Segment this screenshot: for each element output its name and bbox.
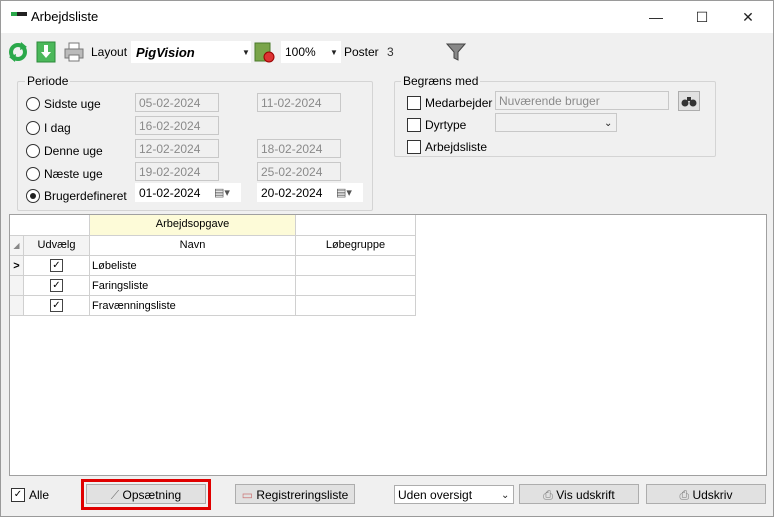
download-icon[interactable] <box>35 41 57 63</box>
oversigt-value: Uden oversigt <box>398 488 473 502</box>
denne-uge-from: 12-02-2024 <box>135 139 219 158</box>
i-dag-from: 16-02-2024 <box>135 116 219 135</box>
date-to-picker[interactable]: 20-02-2024 ▤▾ <box>257 183 363 202</box>
refresh-icon[interactable] <box>7 41 29 63</box>
calendar-icon[interactable]: ▤▾ <box>214 184 230 203</box>
dyrtype-dropdown[interactable]: ⌄ <box>495 113 617 132</box>
date-to-value: 20-02-2024 <box>261 186 323 200</box>
radio-i-dag[interactable] <box>26 121 40 135</box>
registreringsliste-button[interactable]: ▭ Registreringsliste <box>235 484 355 504</box>
layout-value: PigVision <box>136 45 195 60</box>
oversigt-dropdown[interactable]: Uden oversigt ⌄ <box>394 485 514 504</box>
zoom-value: 100% <box>285 45 316 59</box>
window-title: Arbejdsliste <box>31 9 99 24</box>
table-row-2-select[interactable]: ✓ <box>24 276 90 296</box>
chevron-down-icon: ▼ <box>242 48 250 57</box>
alle-checkbox[interactable]: ✓ <box>11 488 25 502</box>
user-lookup-button[interactable] <box>678 91 700 111</box>
layout-dropdown[interactable]: PigVision ▼ <box>131 41 251 63</box>
maximize-button[interactable]: ☐ <box>679 1 725 33</box>
task-grid: Arbejdsopgave ◢ Udvælg Navn Løbegruppe >… <box>9 214 767 476</box>
col-navn[interactable]: Navn <box>90 236 296 256</box>
calendar-icon[interactable]: ▤▾ <box>336 184 352 203</box>
chevron-down-icon: ⌄ <box>501 490 510 501</box>
vis-udskrift-button[interactable]: ⎙ Vis udskrift <box>519 484 639 504</box>
begraens-label: Begræns med <box>401 74 481 88</box>
medarbejder-label: Medarbejder <box>425 96 493 110</box>
vis-udskrift-label: Vis udskrift <box>556 488 615 502</box>
periode-label: Periode <box>25 74 71 88</box>
table-row-2-lobegruppe[interactable] <box>296 276 416 296</box>
radio-denne-uge[interactable] <box>26 144 40 158</box>
window: Arbejdsliste — ☐ ✕ Layout PigVision ▼ 10… <box>0 0 774 517</box>
label-i-dag: I dag <box>44 121 71 135</box>
list-icon: ▭ <box>241 488 253 502</box>
app-logo-icon <box>11 12 27 20</box>
alle-label: Alle <box>29 488 50 502</box>
row-indicator <box>10 276 24 296</box>
highlight-box <box>81 479 211 510</box>
arbejdsliste-label: Arbejdsliste <box>425 140 488 154</box>
grid-corner <box>10 215 90 236</box>
sidste-uge-to: 11-02-2024 <box>257 93 341 112</box>
table-row-1-navn[interactable]: Løbeliste <box>90 256 296 276</box>
dyrtype-label: Dyrtype <box>425 118 467 132</box>
filter-icon[interactable] <box>445 41 467 63</box>
print-icon[interactable] <box>63 41 85 63</box>
close-button[interactable]: ✕ <box>725 1 771 33</box>
row-header-corner: ◢ <box>10 236 24 256</box>
band-header: Arbejdsopgave <box>90 215 296 236</box>
radio-naeste-uge[interactable] <box>26 167 40 181</box>
medarbejder-field: Nuværende bruger <box>495 91 669 110</box>
registreringsliste-label: Registreringsliste <box>256 488 349 502</box>
denne-uge-to: 18-02-2024 <box>257 139 341 158</box>
row-indicator <box>10 296 24 316</box>
zoom-dropdown[interactable]: 100% ▼ <box>281 41 341 63</box>
table-row-3-select[interactable]: ✓ <box>24 296 90 316</box>
date-from-picker[interactable]: 01-02-2024 ▤▾ <box>135 183 241 202</box>
row-indicator: > <box>10 256 24 276</box>
col-udvaelg[interactable]: Udvælg <box>24 236 90 256</box>
chevron-down-icon: ⌄ <box>604 118 613 129</box>
sidste-uge-from: 05-02-2024 <box>135 93 219 112</box>
medarbejder-checkbox[interactable] <box>407 96 421 110</box>
row-checkbox[interactable]: ✓ <box>50 299 63 312</box>
table-row-1-select[interactable]: ✓ <box>24 256 90 276</box>
band-spacer <box>296 215 416 236</box>
poster-count: 3 <box>383 42 435 61</box>
udskriv-button[interactable]: ⎙ Udskriv <box>646 484 766 504</box>
radio-sidste-uge[interactable] <box>26 97 40 111</box>
label-denne-uge: Denne uge <box>44 144 103 158</box>
table-row-3-lobegruppe[interactable] <box>296 296 416 316</box>
toolbar: Layout PigVision ▼ 100% ▼ Poster 3 <box>1 37 773 67</box>
arbejdsliste-checkbox[interactable] <box>407 140 421 154</box>
printer-icon: ⎙ <box>679 488 690 502</box>
naeste-uge-to: 25-02-2024 <box>257 162 341 181</box>
dyrtype-checkbox[interactable] <box>407 118 421 132</box>
table-row-1-lobegruppe[interactable] <box>296 256 416 276</box>
radio-brugerdefineret[interactable] <box>26 189 40 203</box>
label-sidste-uge: Sidste uge <box>44 97 101 111</box>
label-naeste-uge: Næste uge <box>44 167 103 181</box>
naeste-uge-from: 19-02-2024 <box>135 162 219 181</box>
layout-label: Layout <box>91 45 128 59</box>
poster-label: Poster <box>344 45 379 59</box>
row-checkbox[interactable]: ✓ <box>50 279 63 292</box>
row-checkbox[interactable]: ✓ <box>50 259 63 272</box>
table-row-2-navn[interactable]: Faringsliste <box>90 276 296 296</box>
chevron-down-icon: ▼ <box>330 48 338 57</box>
col-lobegruppe[interactable]: Løbegruppe <box>296 236 416 256</box>
label-brugerdefineret: Brugerdefineret <box>44 189 127 203</box>
binoculars-icon <box>681 97 697 107</box>
layout-settings-icon[interactable] <box>253 41 275 63</box>
table-row-3-navn[interactable]: Fravænningsliste <box>90 296 296 316</box>
title-bar: Arbejdsliste — ☐ ✕ <box>1 1 773 33</box>
print-preview-icon: ⎙ <box>543 488 553 502</box>
udskriv-label: Udskriv <box>692 488 733 502</box>
date-from-value: 01-02-2024 <box>139 186 201 200</box>
minimize-button[interactable]: — <box>633 1 679 33</box>
